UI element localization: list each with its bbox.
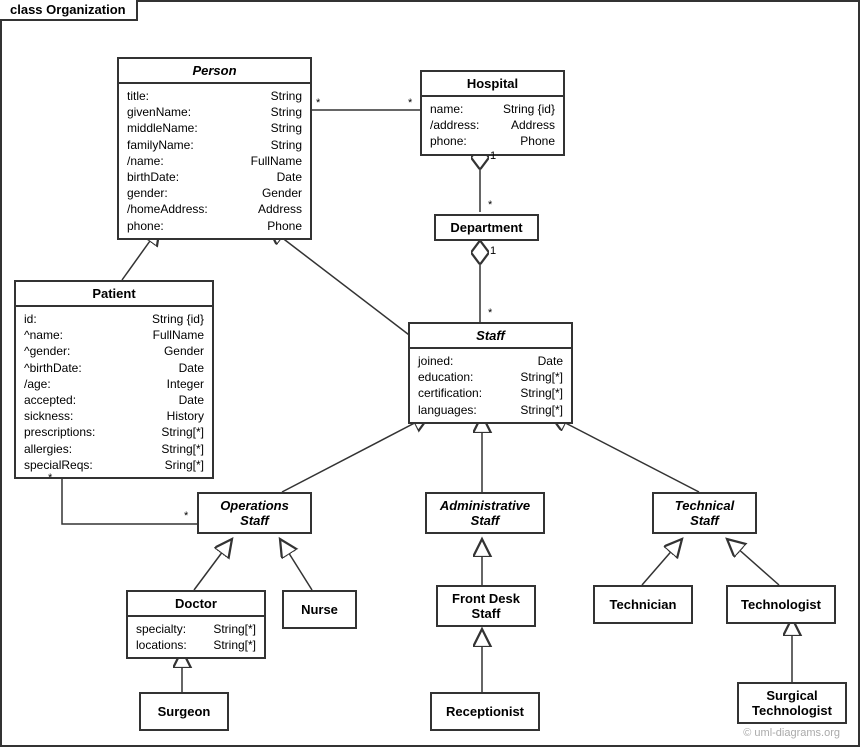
class-receptionist: Receptionist (430, 692, 540, 731)
class-name: Operations Staff (199, 494, 310, 532)
class-technologist: Technologist (726, 585, 836, 624)
multiplicity: * (48, 472, 52, 484)
class-name: Technologist (728, 593, 834, 616)
multiplicity: * (316, 97, 320, 109)
multiplicity: * (488, 307, 492, 319)
class-name: Doctor (128, 592, 264, 617)
class-person: Person title:String givenName:String mid… (117, 57, 312, 240)
class-name: Receptionist (432, 700, 538, 723)
class-name: Technical Staff (654, 494, 755, 532)
class-name: Nurse (284, 598, 355, 621)
multiplicity: * (184, 510, 188, 522)
class-attrs: joined:Date education:String[*] certific… (410, 349, 571, 422)
class-name: Technician (595, 593, 691, 616)
class-name: Department (436, 216, 537, 239)
class-name: Surgical Technologist (739, 684, 845, 722)
class-attrs: specialty:String[*] locations:String[*] (128, 617, 264, 657)
class-surgical-technologist: Surgical Technologist (737, 682, 847, 724)
class-staff: Staff joined:Date education:String[*] ce… (408, 322, 573, 424)
class-technical-staff: Technical Staff (652, 492, 757, 534)
class-name: Hospital (422, 72, 563, 97)
class-attrs: name:String {id} /address:Address phone:… (422, 97, 563, 154)
class-name: Administrative Staff (427, 494, 543, 532)
class-surgeon: Surgeon (139, 692, 229, 731)
class-operations-staff: Operations Staff (197, 492, 312, 534)
class-doctor: Doctor specialty:String[*] locations:Str… (126, 590, 266, 659)
frame-title: class Organization (0, 0, 138, 21)
class-name: Patient (16, 282, 212, 307)
multiplicity: 1 (490, 245, 496, 257)
class-name: Surgeon (141, 700, 227, 723)
class-name: Person (119, 59, 310, 84)
class-nurse: Nurse (282, 590, 357, 629)
watermark: © uml-diagrams.org (743, 727, 840, 739)
class-name: Front Desk Staff (438, 587, 534, 625)
class-patient: Patient id:String {id} ^name:FullName ^g… (14, 280, 214, 479)
diagram-frame: class Organization (0, 0, 860, 747)
class-department: Department (434, 214, 539, 241)
class-administrative-staff: Administrative Staff (425, 492, 545, 534)
class-name: Staff (410, 324, 571, 349)
class-attrs: title:String givenName:String middleName… (119, 84, 310, 238)
class-front-desk-staff: Front Desk Staff (436, 585, 536, 627)
multiplicity: 1 (490, 150, 496, 162)
multiplicity: * (488, 199, 492, 211)
class-technician: Technician (593, 585, 693, 624)
multiplicity: * (408, 97, 412, 109)
class-attrs: id:String {id} ^name:FullName ^gender:Ge… (16, 307, 212, 477)
class-hospital: Hospital name:String {id} /address:Addre… (420, 70, 565, 156)
